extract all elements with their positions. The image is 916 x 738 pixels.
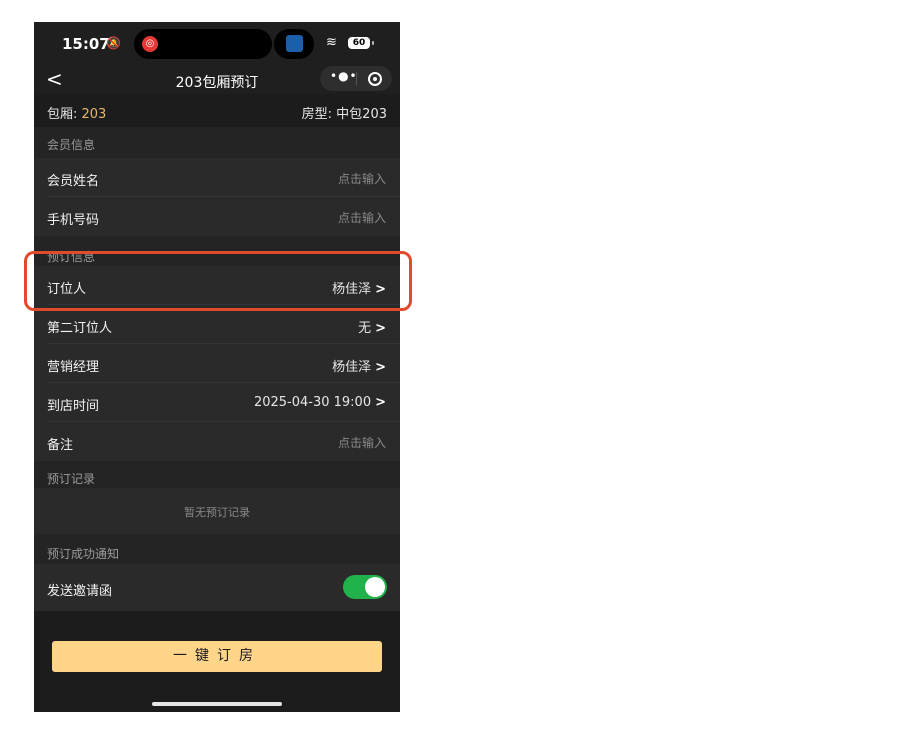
send-invitation-toggle[interactable] bbox=[343, 575, 387, 599]
room-number: 203 bbox=[81, 107, 107, 122]
battery-icon: 60 bbox=[348, 37, 374, 49]
section-records-title: 预订记录 bbox=[47, 472, 96, 486]
section-member-title: 会员信息 bbox=[47, 138, 96, 152]
mini-program-capsule: •●• bbox=[320, 66, 392, 91]
arrival-time-row[interactable]: 到店时间 2025-04-30 19:00 > bbox=[34, 383, 400, 422]
wifi-icon: ≋ bbox=[326, 35, 337, 50]
capsule-divider bbox=[356, 72, 357, 86]
member-name-row[interactable]: 会员姓名 点击输入 bbox=[34, 158, 400, 197]
second-booker-value[interactable]: 无 > bbox=[358, 317, 386, 336]
room-label-text: 包厢: bbox=[47, 107, 82, 122]
sales-manager-label: 营销经理 bbox=[47, 360, 100, 375]
sales-manager-row[interactable]: 营销经理 杨佳泽 > bbox=[34, 344, 400, 383]
home-indicator[interactable] bbox=[152, 702, 282, 706]
member-name-input[interactable]: 点击输入 bbox=[338, 170, 386, 187]
send-invitation-label: 发送邀请函 bbox=[47, 584, 113, 599]
records-empty-state: 暂无预订记录 bbox=[34, 488, 400, 534]
arrival-time-label: 到店时间 bbox=[47, 399, 100, 414]
close-target-icon[interactable] bbox=[368, 72, 382, 86]
phone-number-row[interactable]: 手机号码 点击输入 bbox=[34, 197, 400, 236]
status-time: 15:07 bbox=[62, 35, 110, 53]
remark-input[interactable]: 点击输入 bbox=[338, 434, 386, 451]
room-label: 包厢: 203 bbox=[47, 103, 106, 122]
remark-row[interactable]: 备注 点击输入 bbox=[34, 422, 400, 461]
toggle-knob bbox=[365, 577, 385, 597]
room-info-bar: 包厢: 203 房型: 中包203 bbox=[34, 94, 400, 127]
section-records-header: 预订记录 bbox=[34, 461, 400, 488]
chevron-right-icon: > bbox=[375, 321, 386, 336]
status-bar: 15:07 🔕 ◎ ≋ 60 bbox=[34, 22, 400, 66]
chevron-right-icon: > bbox=[375, 395, 386, 410]
arrival-time-text: 2025-04-30 19:00 bbox=[253, 395, 372, 410]
dynamic-island: ◎ bbox=[134, 29, 272, 59]
remark-label: 备注 bbox=[47, 438, 74, 453]
dynamic-island-activity bbox=[274, 29, 314, 59]
sales-manager-name: 杨佳泽 bbox=[332, 360, 372, 375]
book-room-button[interactable]: 一键订房 bbox=[52, 641, 382, 672]
phone-number-input[interactable]: 点击输入 bbox=[338, 209, 386, 226]
chevron-right-icon: > bbox=[375, 360, 386, 375]
room-type: 房型: 中包203 bbox=[301, 107, 387, 122]
phone-number-label: 手机号码 bbox=[47, 213, 100, 228]
bell-muted-icon: 🔕 bbox=[106, 36, 121, 50]
send-invitation-row: 发送邀请函 bbox=[34, 564, 400, 611]
section-notify-title: 预订成功通知 bbox=[47, 547, 120, 561]
phone-screen: 15:07 🔕 ◎ ≋ 60 < 203包厢预订 •●• 包厢: 203 房型:… bbox=[34, 22, 400, 712]
member-name-label: 会员姓名 bbox=[47, 174, 100, 189]
second-booker-name: 无 bbox=[358, 321, 372, 336]
highlight-box bbox=[24, 251, 412, 311]
sales-manager-value[interactable]: 杨佳泽 > bbox=[332, 356, 386, 375]
arrival-time-value[interactable]: 2025-04-30 19:00 > bbox=[254, 395, 386, 410]
second-booker-label: 第二订位人 bbox=[47, 321, 113, 336]
app-activity-icon bbox=[286, 35, 303, 52]
section-member-header: 会员信息 bbox=[34, 127, 400, 158]
netease-music-icon: ◎ bbox=[142, 36, 158, 52]
more-icon[interactable]: •●• bbox=[330, 69, 358, 83]
nav-bar: < 203包厢预订 •●• bbox=[34, 66, 400, 94]
records-empty-text: 暂无预订记录 bbox=[184, 506, 250, 519]
section-notify-header: 预订成功通知 bbox=[34, 534, 400, 564]
